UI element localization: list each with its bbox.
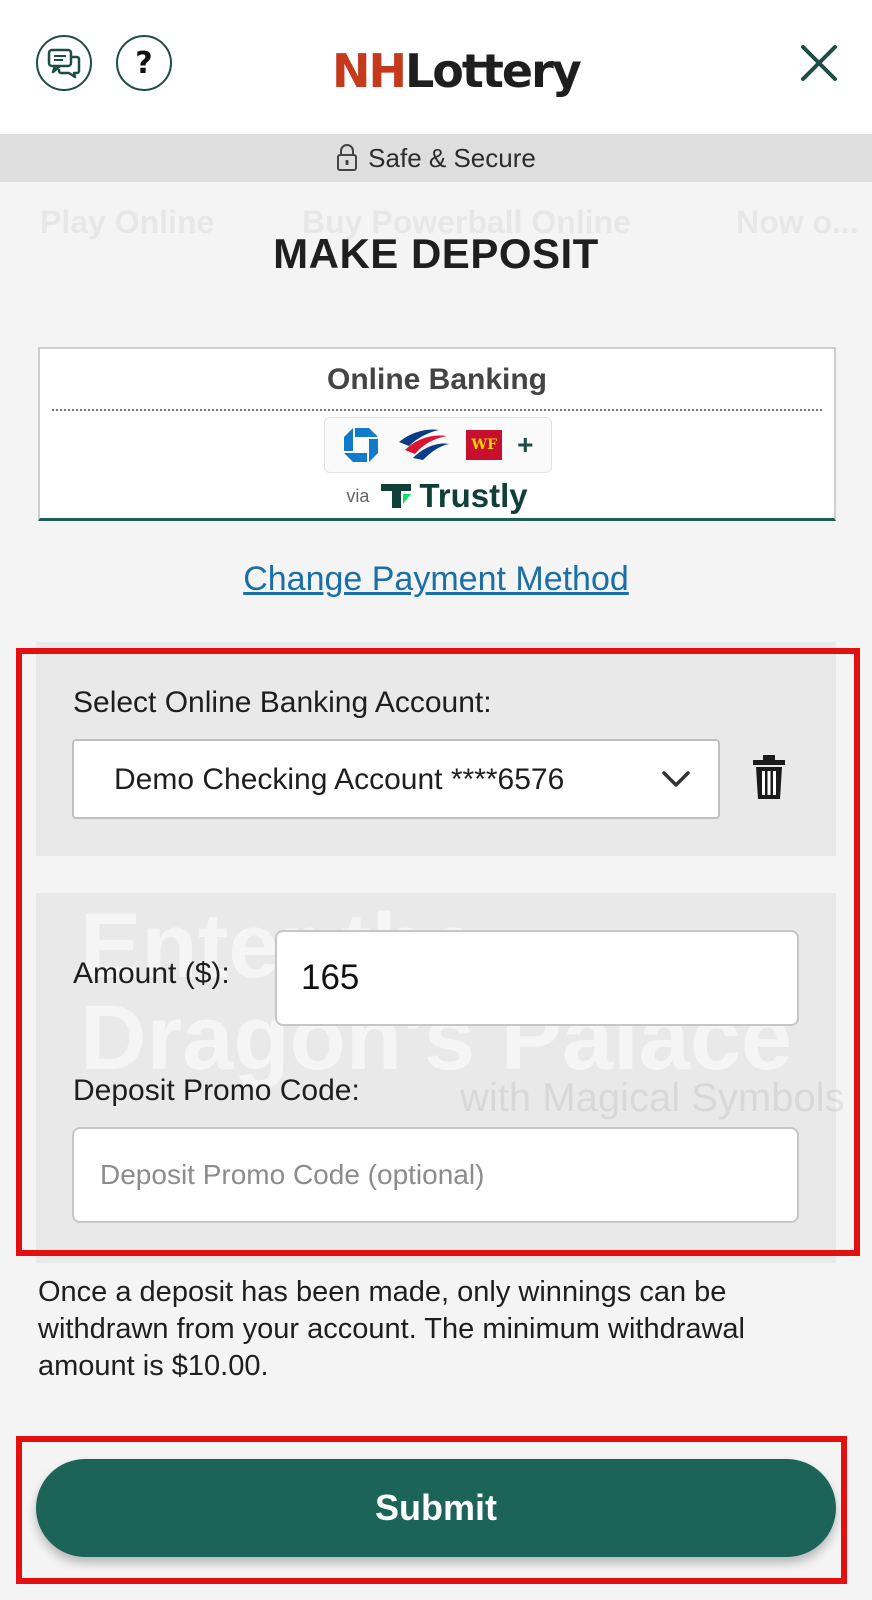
withdrawal-notice: Once a deposit has been made, only winni… bbox=[38, 1276, 746, 1382]
amount-label: Amount ($): bbox=[73, 957, 230, 990]
promo-label: Deposit Promo Code: bbox=[73, 1074, 360, 1107]
nh-lottery-logo: NH Lottery bbox=[332, 44, 582, 98]
lock-icon bbox=[337, 144, 358, 171]
trash-icon[interactable] bbox=[752, 754, 786, 800]
secure-text: Safe & Secure bbox=[368, 142, 536, 173]
account-label: Select Online Banking Account: bbox=[73, 686, 492, 719]
chevron-down-icon bbox=[662, 771, 690, 787]
help-button[interactable]: ? bbox=[116, 35, 172, 91]
wells-fargo-icon: WF bbox=[466, 430, 503, 460]
page-title: MAKE DEPOSIT bbox=[273, 230, 599, 277]
amount-input[interactable] bbox=[275, 930, 799, 1026]
trustly-icon bbox=[381, 484, 412, 508]
bank-of-america-icon bbox=[399, 429, 450, 460]
secure-banner: Safe & Secure bbox=[0, 134, 872, 182]
app-header: ? NH Lottery bbox=[0, 0, 872, 134]
chase-icon bbox=[344, 428, 379, 462]
account-selected-value: Demo Checking Account ****6576 bbox=[114, 763, 565, 796]
via-label: via bbox=[346, 485, 370, 506]
divider bbox=[52, 409, 822, 411]
payment-method-heading: Online Banking bbox=[326, 363, 548, 396]
chat-button[interactable] bbox=[36, 35, 92, 91]
more-banks-plus: + bbox=[517, 429, 534, 460]
trustly-row: via Trustly bbox=[40, 477, 834, 515]
bank-logos: WF + bbox=[324, 417, 552, 473]
close-icon[interactable] bbox=[798, 42, 840, 84]
help-icon: ? bbox=[135, 45, 153, 81]
payment-method-card: Online Banking WF + via Trustly bbox=[38, 347, 836, 521]
chat-bubbles-icon bbox=[47, 48, 81, 79]
submit-button[interactable]: Submit bbox=[36, 1459, 836, 1557]
promo-code-input[interactable] bbox=[72, 1127, 799, 1223]
bg-ghost-subtext: with Magical Symbols bbox=[460, 1076, 845, 1120]
account-select[interactable]: Demo Checking Account ****6576 bbox=[72, 739, 720, 819]
trustly-label: Trustly bbox=[419, 477, 528, 514]
change-payment-method-link[interactable]: Change Payment Method bbox=[0, 560, 872, 599]
